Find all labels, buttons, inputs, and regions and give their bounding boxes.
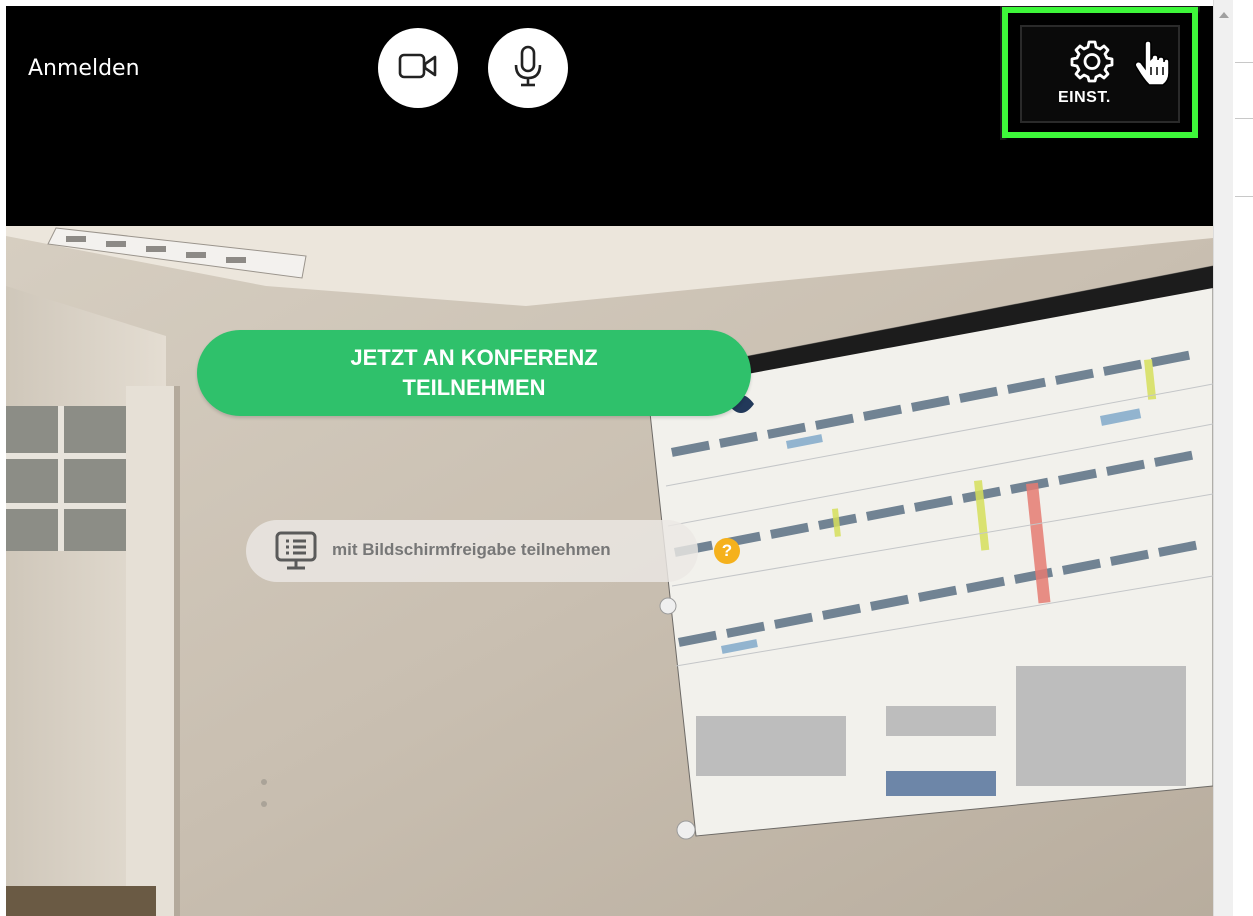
join-conference-line2: TEILNEHMEN bbox=[402, 375, 546, 400]
settings-label: EINST. bbox=[1058, 89, 1111, 106]
conference-app: Anmelden EINST. JETZT AN KONFERENZ TEILN… bbox=[6, 6, 1213, 916]
join-conference-button[interactable]: JETZT AN KONFERENZ TEILNEHMEN bbox=[197, 330, 751, 416]
screenshare-label: mit Bildschirmfreigabe teilnehmen bbox=[332, 540, 611, 559]
settings-highlight: EINST. bbox=[1002, 7, 1198, 138]
camera-preview: JETZT AN KONFERENZ TEILNEHMEN mit Bildsc… bbox=[6, 226, 1213, 916]
video-camera-icon bbox=[398, 52, 438, 85]
signin-link[interactable]: Anmelden bbox=[28, 56, 140, 81]
window-edge bbox=[1233, 0, 1253, 916]
settings-button[interactable]: EINST. bbox=[1020, 25, 1180, 123]
screen-share-icon bbox=[274, 530, 318, 577]
camera-toggle-button[interactable] bbox=[378, 28, 458, 108]
help-icon[interactable]: ? bbox=[714, 538, 740, 564]
scroll-up-arrow-icon[interactable] bbox=[1214, 6, 1234, 24]
gear-icon bbox=[1070, 39, 1114, 88]
microphone-icon bbox=[513, 45, 543, 92]
join-with-screenshare-button[interactable]: mit Bildschirmfreigabe teilnehmen bbox=[246, 520, 698, 582]
hand-pointer-icon bbox=[1134, 40, 1170, 92]
microphone-toggle-button[interactable] bbox=[488, 28, 568, 108]
join-conference-line1: JETZT AN KONFERENZ bbox=[350, 345, 598, 370]
top-bar: Anmelden EINST. bbox=[6, 6, 1213, 226]
vertical-scrollbar[interactable] bbox=[1213, 0, 1233, 916]
